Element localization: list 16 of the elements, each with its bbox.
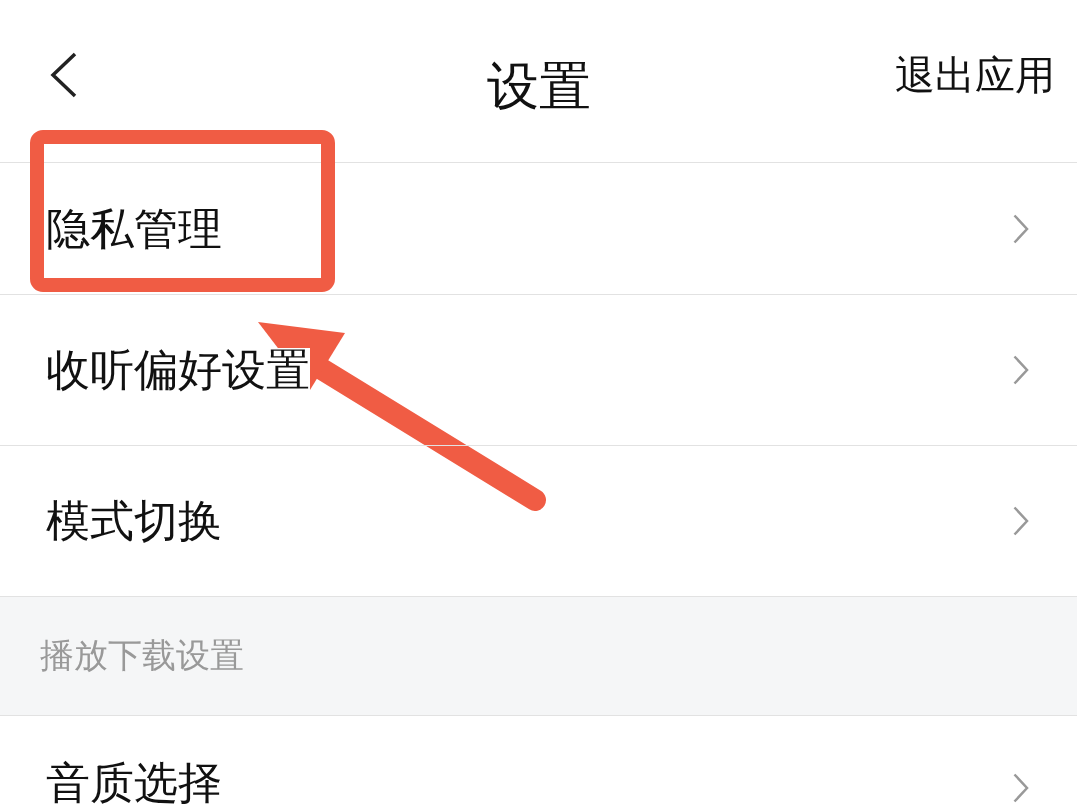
settings-row[interactable]: 模式切换 [0,446,1077,596]
section-header: 播放下载设置 [40,634,244,677]
chevron-right-icon [1013,213,1029,244]
row-label: 收听偏好设置 [46,348,310,392]
page-title: 设置 [486,56,591,116]
row-label: 音质选择 [46,761,222,805]
row-label: 模式切换 [46,499,222,543]
settings-row[interactable]: 音质选择 [0,716,1077,807]
settings-row[interactable]: 收听偏好设置 [0,295,1077,445]
row-label: 隐私管理 [46,206,222,251]
settings-row[interactable]: 隐私管理 [0,163,1077,294]
chevron-right-icon [1013,773,1029,803]
chevron-right-icon [1013,506,1029,536]
exit-app-button[interactable]: 退出应用 [895,47,1055,103]
chevron-right-icon [1013,355,1029,385]
back-icon[interactable] [50,52,78,98]
